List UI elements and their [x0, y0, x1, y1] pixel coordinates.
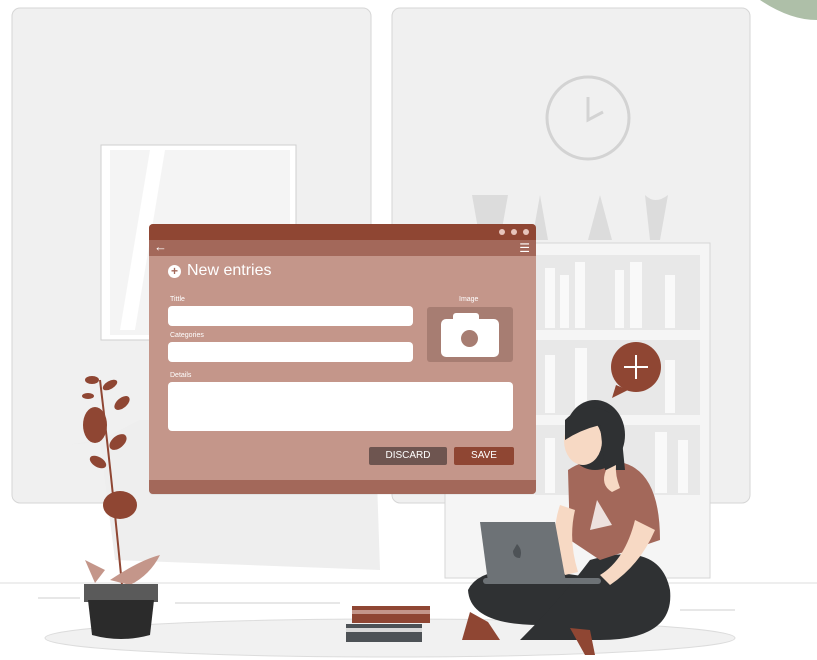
- image-label: Image: [459, 296, 479, 303]
- categories-input[interactable]: [168, 342, 413, 362]
- save-button[interactable]: SAVE: [454, 447, 514, 465]
- title-label: Tittle: [170, 296, 185, 303]
- plus-icon: +: [168, 264, 181, 278]
- discard-button[interactable]: DISCARD: [369, 447, 447, 465]
- hamburger-icon[interactable]: ☰: [519, 240, 530, 256]
- plant-pot-rim: [84, 584, 158, 602]
- clock-icon: [545, 75, 631, 161]
- window-controls: [499, 229, 529, 235]
- books-decoration: [346, 606, 430, 642]
- categories-label: Categories: [170, 332, 204, 339]
- details-textarea[interactable]: [168, 382, 513, 431]
- window-nav-bar: ← ☰: [149, 239, 536, 256]
- form-title-text: New entries: [187, 262, 272, 279]
- arrow-left-icon[interactable]: ←: [154, 239, 167, 255]
- title-input[interactable]: [168, 306, 413, 326]
- leaf-decoration: [760, 0, 817, 20]
- details-label: Details: [170, 372, 192, 379]
- form-title: + New entries: [168, 262, 271, 280]
- window-dot-icon[interactable]: [523, 229, 529, 235]
- window-title-bar: [149, 224, 536, 240]
- window-dot-icon[interactable]: [499, 229, 505, 235]
- new-entry-window: ← ☰ + New entries Tittle Categories Imag…: [149, 224, 536, 494]
- image-upload-box[interactable]: [427, 307, 513, 362]
- window-dot-icon[interactable]: [511, 229, 517, 235]
- window-footer-bar: [149, 480, 536, 494]
